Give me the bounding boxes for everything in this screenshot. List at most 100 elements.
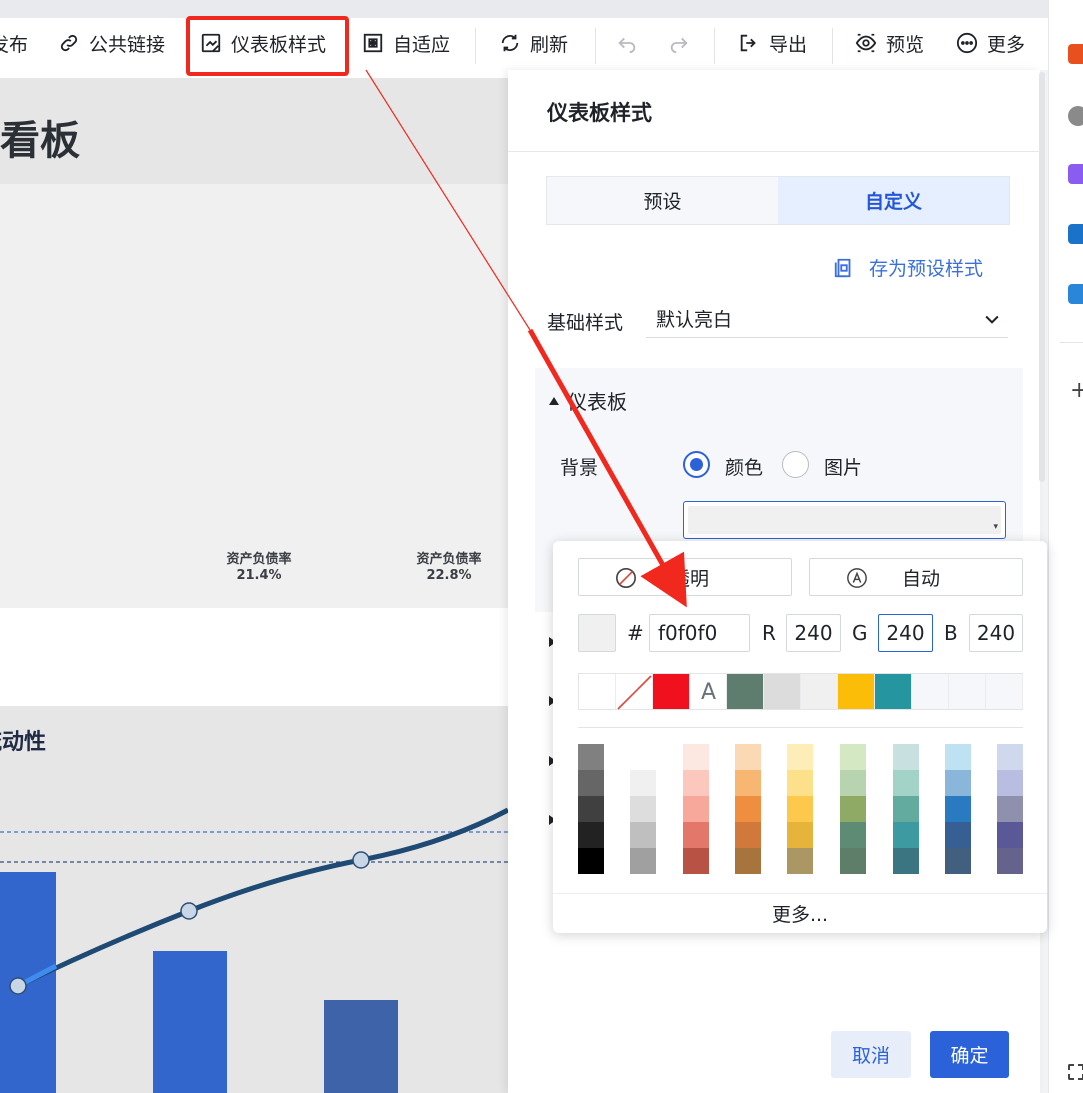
recent-color-swatch[interactable] xyxy=(616,674,653,710)
palette-swatch[interactable] xyxy=(893,848,919,874)
base-style-label: 基础样式 xyxy=(547,312,624,334)
tab-custom[interactable]: 自定义 xyxy=(778,177,1009,224)
send-icon[interactable] xyxy=(1068,284,1083,304)
palette-swatch[interactable] xyxy=(787,744,813,770)
palette-swatch[interactable] xyxy=(787,848,813,874)
palette-swatch[interactable] xyxy=(840,770,866,796)
refresh-button[interactable]: 刷新 xyxy=(499,28,568,58)
g-input[interactable]: 240 xyxy=(878,614,933,652)
palette-swatch[interactable] xyxy=(735,770,761,796)
palette-swatch[interactable] xyxy=(893,744,919,770)
palette-swatch[interactable] xyxy=(945,822,971,848)
public-link-button[interactable]: 公共链接 xyxy=(58,28,165,58)
palette-swatch[interactable] xyxy=(787,770,813,796)
publish-button[interactable]: 发布 xyxy=(0,28,28,58)
save-preset-label: 存为预设样式 xyxy=(869,258,984,280)
recent-color-swatch[interactable] xyxy=(579,674,616,709)
toolbar-strip xyxy=(0,0,1048,18)
palette-swatch[interactable] xyxy=(683,770,709,796)
kpi-card[interactable]: 资产负债率 21.4% xyxy=(199,552,319,584)
recent-color-swatch[interactable] xyxy=(764,674,801,709)
add-icon[interactable]: + xyxy=(1070,378,1083,403)
palette-swatch[interactable] xyxy=(997,770,1023,796)
palette-swatch[interactable] xyxy=(735,744,761,770)
recent-color-swatch[interactable] xyxy=(875,674,912,709)
background-color-field[interactable]: ▾ xyxy=(683,501,1006,539)
preview-button[interactable]: 预览 xyxy=(855,28,924,58)
palette-swatch[interactable] xyxy=(840,848,866,874)
undo-button[interactable] xyxy=(616,28,647,58)
section-toggle[interactable]: 仪表板 xyxy=(549,386,627,415)
palette-swatch[interactable] xyxy=(787,796,813,822)
palette-swatch[interactable] xyxy=(997,744,1023,770)
palette-swatch[interactable] xyxy=(735,848,761,874)
recent-color-swatch[interactable] xyxy=(838,674,875,709)
palette-swatch[interactable] xyxy=(683,822,709,848)
person-icon[interactable] xyxy=(1068,106,1083,126)
palette-swatch[interactable] xyxy=(630,822,656,848)
palette-swatch[interactable] xyxy=(945,744,971,770)
recent-color-swatch[interactable] xyxy=(727,674,764,709)
save-preset-button[interactable]: 存为预设样式 xyxy=(833,254,983,281)
palette-swatch[interactable] xyxy=(945,770,971,796)
palette-swatch[interactable] xyxy=(578,796,604,822)
palette-swatch[interactable] xyxy=(578,822,604,848)
radio-color[interactable] xyxy=(683,451,710,478)
palette-column xyxy=(945,744,971,874)
more-button[interactable]: 更多 xyxy=(956,28,1025,58)
briefcase-icon[interactable] xyxy=(1068,44,1083,64)
recent-color-swatch[interactable] xyxy=(949,674,986,709)
palette-swatch[interactable] xyxy=(630,770,656,796)
copilot-icon[interactable] xyxy=(1068,164,1083,184)
outlook-icon[interactable] xyxy=(1068,224,1083,244)
palette-swatch[interactable] xyxy=(893,770,919,796)
recent-color-swatch[interactable] xyxy=(653,674,690,709)
recent-color-swatch[interactable] xyxy=(912,674,949,709)
palette-swatch[interactable] xyxy=(735,796,761,822)
hex-input[interactable]: f0f0f0 xyxy=(649,614,750,652)
confirm-button[interactable]: 确定 xyxy=(930,1031,1009,1078)
palette-swatch[interactable] xyxy=(787,822,813,848)
palette-swatch[interactable] xyxy=(997,796,1023,822)
adaptive-button[interactable]: 自适应 xyxy=(362,28,450,58)
kpi-card[interactable]: 资产负债率 22.8% xyxy=(389,552,509,584)
panel-scrollbar[interactable] xyxy=(1039,72,1045,482)
palette-swatch[interactable] xyxy=(840,796,866,822)
export-button[interactable]: 导出 xyxy=(738,28,807,58)
palette-swatch[interactable] xyxy=(578,848,604,874)
palette-swatch[interactable] xyxy=(840,744,866,770)
redo-button[interactable] xyxy=(668,28,699,58)
transparent-button[interactable]: 透明 xyxy=(578,558,792,596)
palette-swatch[interactable] xyxy=(840,822,866,848)
palette-swatch[interactable] xyxy=(630,744,656,770)
radio-image[interactable] xyxy=(782,451,809,478)
palette-swatch[interactable] xyxy=(997,822,1023,848)
palette-swatch[interactable] xyxy=(578,770,604,796)
more-colors-button[interactable]: 更多... xyxy=(553,893,1047,933)
recent-color-swatch[interactable]: A xyxy=(690,674,727,709)
palette-swatch[interactable] xyxy=(893,822,919,848)
recent-color-swatch[interactable] xyxy=(986,674,1023,709)
palette-swatch[interactable] xyxy=(997,848,1023,874)
palette-swatch[interactable] xyxy=(945,848,971,874)
tab-preset[interactable]: 预设 xyxy=(547,177,778,224)
r-input[interactable]: 240 xyxy=(786,614,841,652)
auto-button[interactable]: 自动 xyxy=(809,558,1023,596)
palette-swatch[interactable] xyxy=(630,796,656,822)
bar xyxy=(153,951,227,1093)
screenshot-icon[interactable] xyxy=(1068,1064,1083,1080)
palette-swatch[interactable] xyxy=(578,744,604,770)
b-input[interactable]: 240 xyxy=(969,614,1023,652)
palette-swatch[interactable] xyxy=(683,848,709,874)
palette-swatch[interactable] xyxy=(683,796,709,822)
palette-swatch[interactable] xyxy=(630,848,656,874)
palette-swatch[interactable] xyxy=(735,822,761,848)
annotation-highlight xyxy=(186,16,349,76)
palette-swatch[interactable] xyxy=(893,796,919,822)
cancel-button[interactable]: 取消 xyxy=(831,1031,911,1078)
base-style-select[interactable]: 默认亮白 xyxy=(646,300,1008,338)
palette-swatch[interactable] xyxy=(945,796,971,822)
caret-up-icon xyxy=(549,396,559,405)
palette-swatch[interactable] xyxy=(683,744,709,770)
recent-color-swatch[interactable] xyxy=(801,674,838,709)
